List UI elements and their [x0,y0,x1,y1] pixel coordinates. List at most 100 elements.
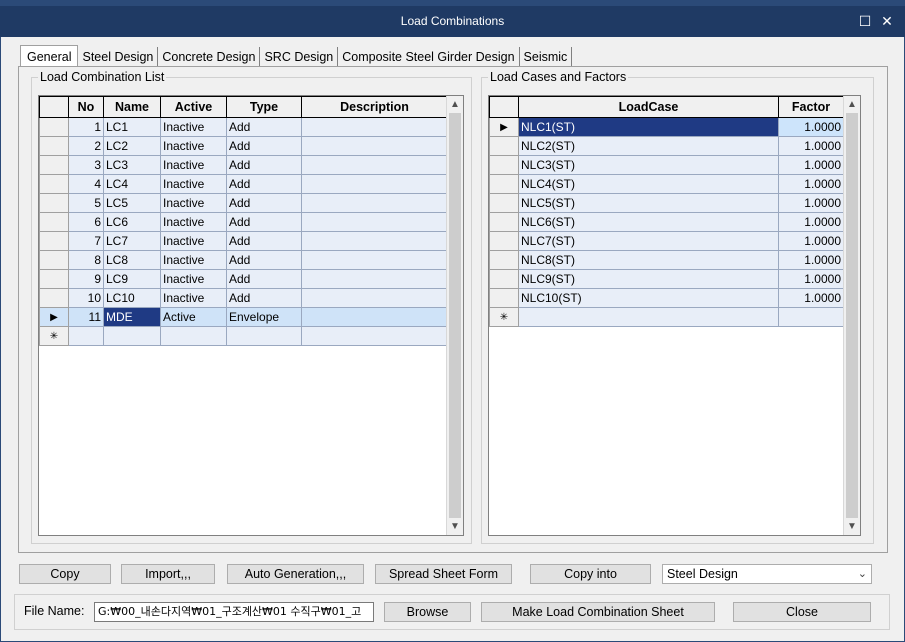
table-row[interactable]: 6 LC6 Inactive Add [39,212,448,232]
cell-name[interactable]: LC9 [103,269,161,289]
tab-seismic[interactable]: Seismic [520,47,573,67]
cell-factor[interactable]: 1.0000 [778,136,844,156]
row-header[interactable] [489,174,519,194]
cell-type[interactable]: Add [226,231,302,251]
cell-loadcase[interactable]: NLC8(ST) [518,250,779,270]
table-row[interactable]: NLC7(ST) 1.0000 [489,231,844,251]
new-row[interactable]: ✳ [39,326,448,346]
auto-generation-button[interactable]: Auto Generation,,, [227,564,364,584]
row-header[interactable] [39,288,69,308]
cell-no[interactable]: 3 [68,155,104,175]
row-header[interactable] [489,231,519,251]
load-cases-grid[interactable]: LoadCase Factor ▶ NLC1(ST) 1.0000 NLC2(ST) 1… [488,95,861,536]
row-header[interactable] [39,174,69,194]
table-row[interactable]: 1 LC1 Inactive Add [39,117,448,137]
new-row-icon[interactable]: ✳ [489,307,519,327]
spread-sheet-form-button[interactable]: Spread Sheet Form [375,564,512,584]
column-header-name[interactable]: Name [103,96,161,118]
table-row[interactable]: 8 LC8 Inactive Add [39,250,448,270]
cell-description[interactable] [301,136,448,156]
row-header[interactable] [39,250,69,270]
scroll-up-arrow-icon[interactable]: ▲ [844,96,860,113]
cell-type[interactable]: Add [226,288,302,308]
cell-loadcase[interactable]: NLC4(ST) [518,174,779,194]
row-header[interactable] [39,155,69,175]
table-row[interactable]: NLC5(ST) 1.0000 [489,193,844,213]
copy-into-target-select[interactable]: Steel Design ⌄ [662,564,872,584]
cell-active[interactable]: Inactive [160,269,227,289]
cell-factor[interactable]: 1.0000 [778,174,844,194]
table-row[interactable]: 4 LC4 Inactive Add [39,174,448,194]
row-header[interactable] [39,193,69,213]
table-row[interactable]: 3 LC3 Inactive Add [39,155,448,175]
scroll-thumb[interactable] [449,113,461,518]
maximize-button[interactable]: ☐ [856,12,874,30]
cell-name[interactable]: LC6 [103,212,161,232]
load-combination-grid[interactable]: No Name Active Type Description 1 LC1 Inac… [38,95,464,536]
cell-no[interactable]: 11 [68,307,104,327]
tab-steel-design[interactable]: Steel Design [78,47,159,67]
browse-button[interactable]: Browse [384,602,471,622]
cell-name[interactable]: LC4 [103,174,161,194]
cell-factor[interactable]: 1.0000 [778,231,844,251]
cell-name[interactable]: LC2 [103,136,161,156]
cell-factor[interactable]: 1.0000 [778,117,844,137]
combo-grid-scrollbar[interactable]: ▲ ▼ [446,96,463,535]
cell-factor[interactable]: 1.0000 [778,212,844,232]
cell-active[interactable]: Inactive [160,250,227,270]
cell-active[interactable]: Inactive [160,136,227,156]
make-load-combination-sheet-button[interactable]: Make Load Combination Sheet [481,602,715,622]
new-row-cell[interactable] [68,326,104,346]
new-row-cell[interactable] [160,326,227,346]
cell-loadcase[interactable]: NLC1(ST) [518,117,779,137]
cell-type[interactable]: Add [226,250,302,270]
table-row[interactable]: NLC2(ST) 1.0000 [489,136,844,156]
tab-concrete-design[interactable]: Concrete Design [158,47,261,67]
cell-type[interactable]: Add [226,136,302,156]
cell-description[interactable] [301,174,448,194]
table-row[interactable]: NLC3(ST) 1.0000 [489,155,844,175]
row-header[interactable] [39,269,69,289]
close-window-button[interactable]: ✕ [878,12,896,30]
row-header[interactable] [489,250,519,270]
cell-factor[interactable]: 1.0000 [778,288,844,308]
cell-name[interactable]: LC7 [103,231,161,251]
row-header[interactable] [489,193,519,213]
close-button[interactable]: Close [733,602,871,622]
cell-active[interactable]: Inactive [160,212,227,232]
new-row-cell[interactable] [778,307,844,327]
new-row-cell[interactable] [103,326,161,346]
cell-type[interactable]: Add [226,193,302,213]
file-name-field[interactable]: G:₩00_내손다지역₩01_구조계산₩01 수직구₩01_고 [94,602,374,622]
cell-name[interactable]: LC8 [103,250,161,270]
cell-no[interactable]: 8 [68,250,104,270]
cell-name[interactable]: MDE [103,307,161,327]
cell-active[interactable]: Inactive [160,231,227,251]
import-button[interactable]: Import,,, [121,564,215,584]
column-header-type[interactable]: Type [226,96,302,118]
cell-name[interactable]: LC1 [103,117,161,137]
tab-general[interactable]: General [20,45,79,67]
table-row[interactable]: NLC8(ST) 1.0000 [489,250,844,270]
cell-name[interactable]: LC10 [103,288,161,308]
cell-no[interactable]: 5 [68,193,104,213]
cell-description[interactable] [301,155,448,175]
cell-description[interactable] [301,307,448,327]
copy-into-button[interactable]: Copy into [530,564,651,584]
cell-no[interactable]: 1 [68,117,104,137]
scroll-up-arrow-icon[interactable]: ▲ [447,96,463,113]
table-row[interactable]: NLC6(ST) 1.0000 [489,212,844,232]
new-row-cell[interactable] [518,307,779,327]
cell-type[interactable]: Add [226,212,302,232]
scroll-down-arrow-icon[interactable]: ▼ [447,518,463,535]
table-row[interactable]: 7 LC7 Inactive Add [39,231,448,251]
cell-no[interactable]: 7 [68,231,104,251]
cell-loadcase[interactable]: NLC2(ST) [518,136,779,156]
cell-description[interactable] [301,193,448,213]
row-header[interactable] [489,212,519,232]
column-header-loadcase[interactable]: LoadCase [518,96,779,118]
row-header[interactable] [39,231,69,251]
table-row[interactable]: ▶ 11 MDE Active Envelope [39,307,448,327]
row-header[interactable] [39,117,69,137]
table-row[interactable]: ▶ NLC1(ST) 1.0000 [489,117,844,137]
